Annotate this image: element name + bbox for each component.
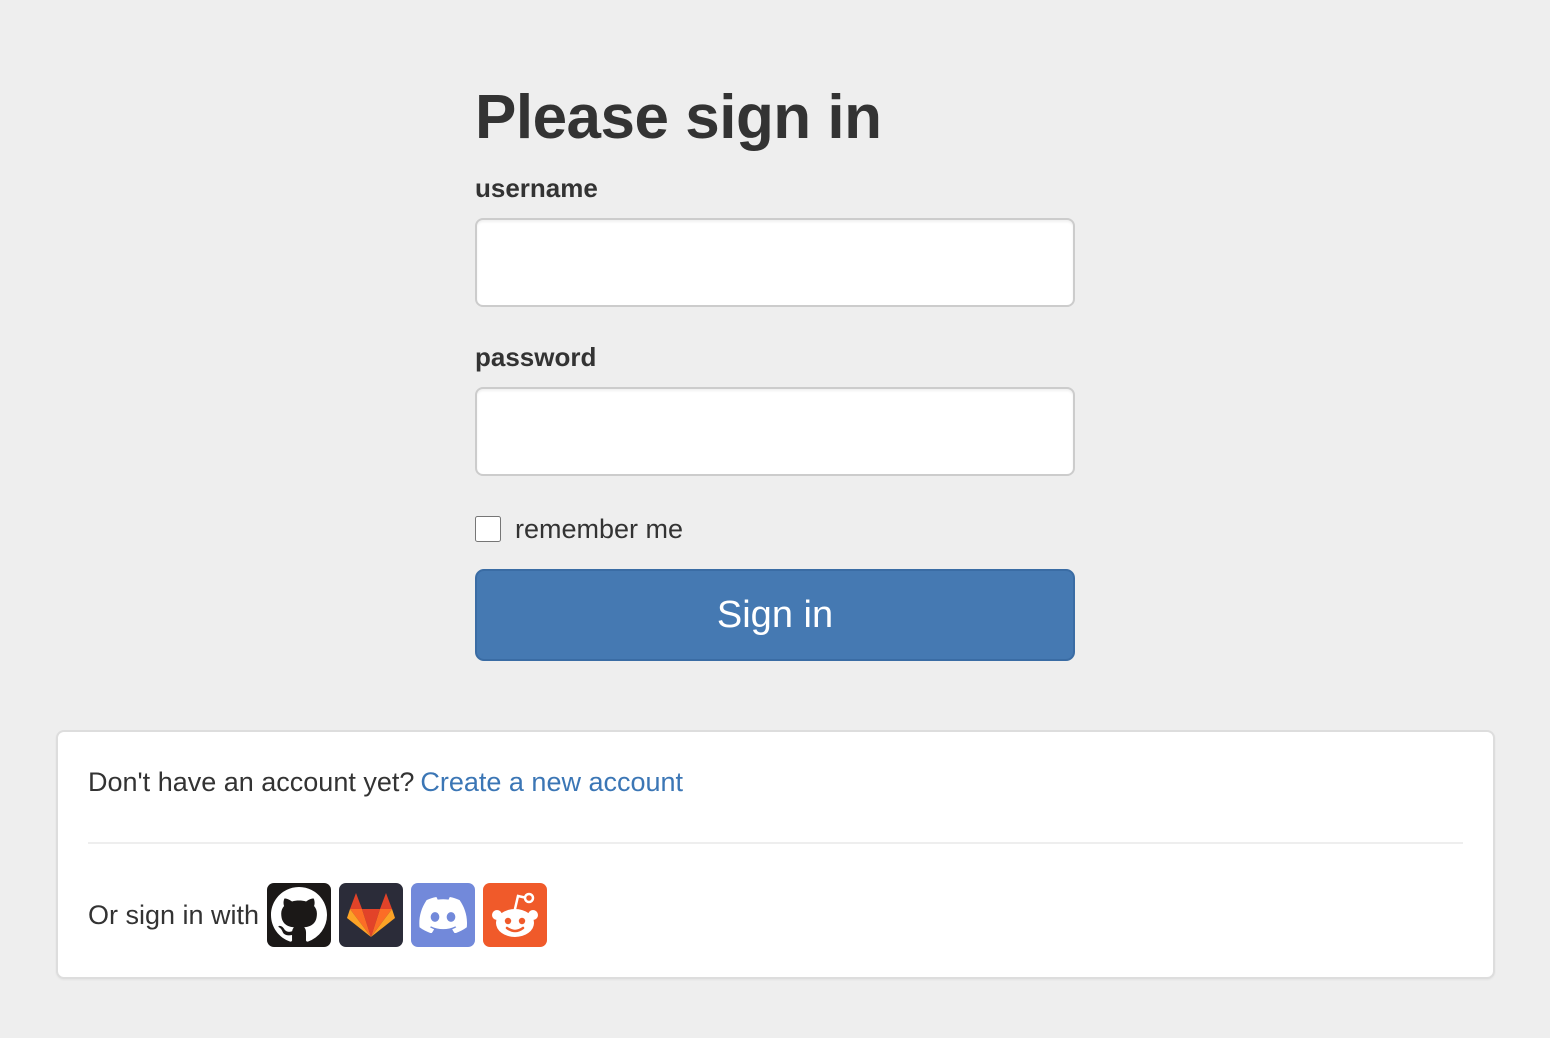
github-sign-in-button[interactable] [267, 883, 332, 947]
remember-me-row: remember me [475, 514, 1075, 544]
create-account-link[interactable]: Create a new account [420, 767, 683, 797]
discord-icon [419, 897, 468, 933]
reddit-icon [487, 887, 543, 943]
github-icon [271, 887, 328, 943]
page-title: Please sign in [475, 83, 882, 152]
username-input[interactable] [475, 218, 1075, 307]
gitlab-sign-in-button[interactable] [339, 883, 404, 947]
account-options-panel: Don't have an account yet? Create a new a… [56, 730, 1495, 979]
signin-form: Please sign in username password remembe… [475, 80, 1075, 661]
password-input[interactable] [475, 387, 1075, 476]
remember-me-label[interactable]: remember me [515, 514, 683, 544]
reddit-sign-in-button[interactable] [483, 883, 548, 947]
register-prompt: Don't have an account yet? [88, 767, 415, 797]
password-label: password [475, 342, 597, 372]
sign-in-button[interactable]: Sign in [475, 569, 1075, 661]
remember-me-checkbox[interactable] [475, 516, 501, 542]
gitlab-icon [346, 892, 396, 938]
register-row: Don't have an account yet? Create a new a… [88, 766, 683, 798]
oauth-row: Or sign in with [88, 883, 555, 947]
login-page: Please sign in username password remembe… [0, 0, 1550, 1038]
username-label: username [475, 173, 598, 203]
divider [88, 842, 1463, 844]
discord-sign-in-button[interactable] [411, 883, 476, 947]
oauth-label: Or sign in with [88, 899, 260, 930]
